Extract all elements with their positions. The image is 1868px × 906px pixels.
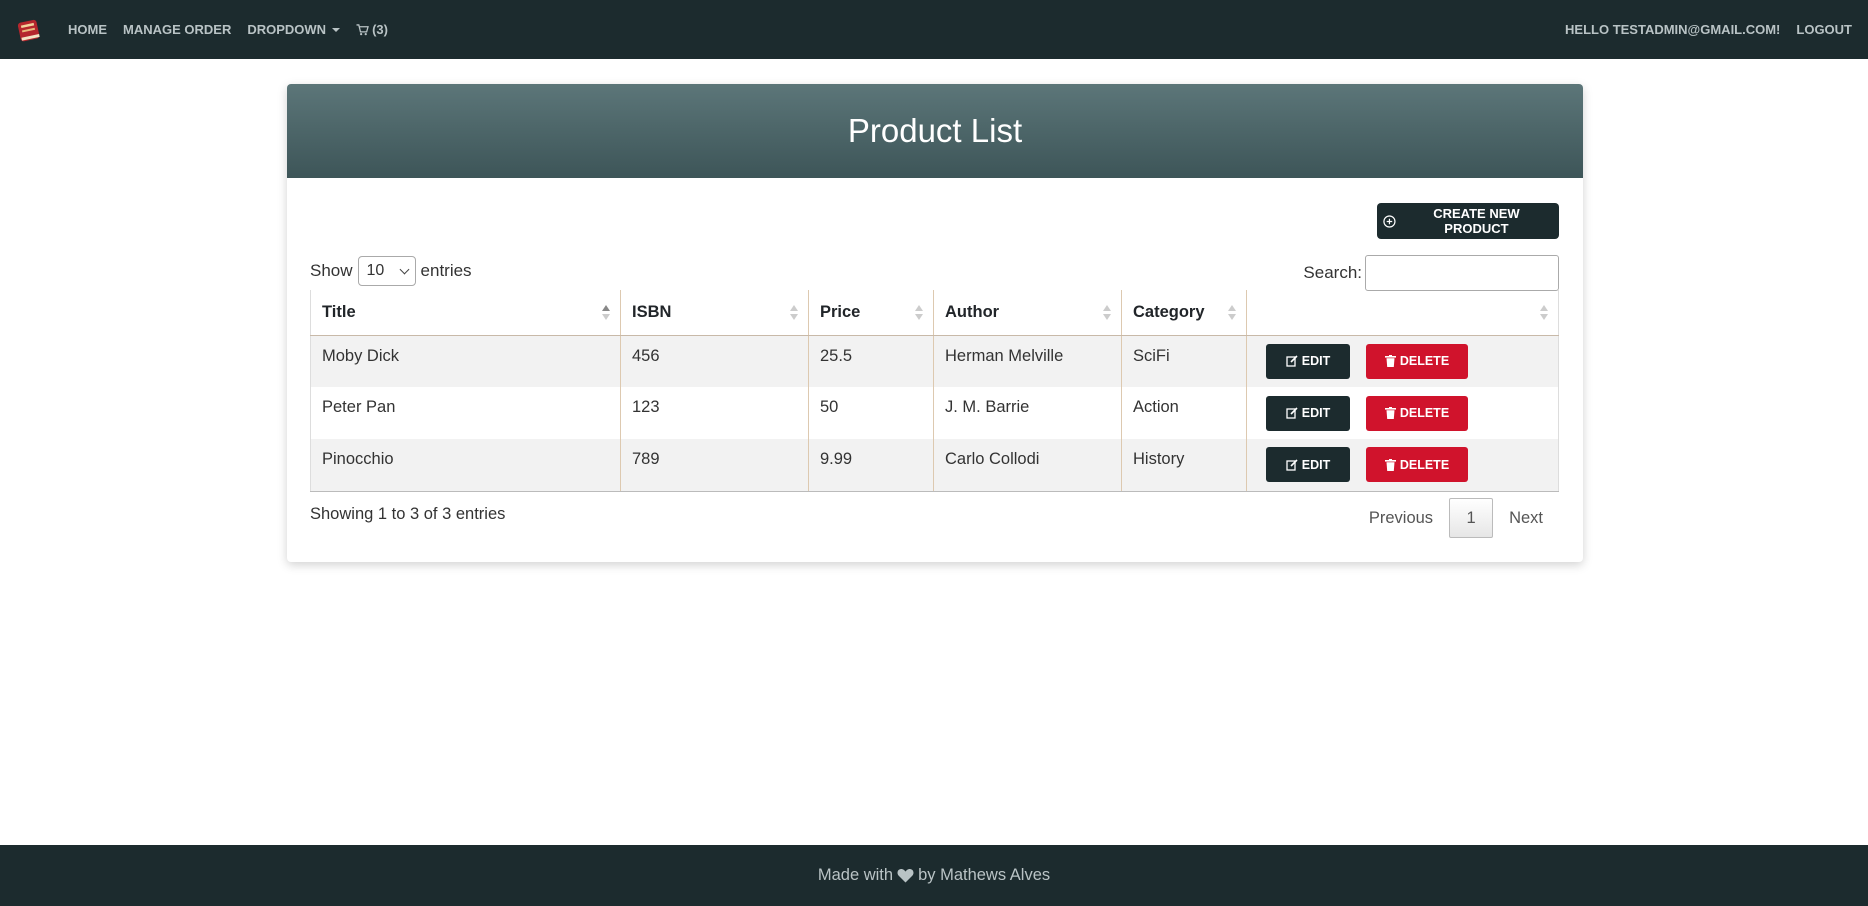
trash-icon: [1384, 407, 1396, 419]
sort-icon: [1540, 305, 1548, 321]
cell-actions: EDIT DELETE: [1246, 335, 1559, 387]
nav-cart[interactable]: (3): [356, 22, 388, 37]
trash-icon: [1384, 355, 1396, 368]
cell-isbn: 456: [620, 335, 809, 387]
cell-author: Carlo Collodi: [933, 439, 1122, 492]
column-header-price[interactable]: Price: [808, 290, 934, 336]
cell-isbn: 789: [620, 439, 809, 492]
nav-logout[interactable]: LOGOUT: [1796, 22, 1852, 37]
table-row: Peter Pan 123 50 J. M. Barrie Action EDI…: [310, 387, 1559, 439]
cell-category: Action: [1121, 387, 1247, 439]
column-header-actions[interactable]: [1246, 290, 1559, 336]
navbar: HOME MANAGE ORDER DROPDOWN (3) HELLO TES…: [0, 0, 1868, 59]
trash-icon: [1384, 458, 1396, 471]
nav-dropdown[interactable]: DROPDOWN: [247, 22, 341, 37]
sort-icon: [1228, 305, 1236, 321]
nav-manage-order[interactable]: MANAGE ORDER: [123, 22, 231, 37]
cell-isbn: 123: [620, 387, 809, 439]
cell-actions: EDIT DELETE: [1246, 387, 1559, 439]
pagination: Previous 1 Next: [1353, 498, 1559, 538]
edit-label: EDIT: [1301, 457, 1331, 472]
entries-per-page-value: 10: [366, 262, 385, 279]
row-actions: EDIT DELETE: [1258, 447, 1547, 483]
book-logo-icon[interactable]: [14, 15, 44, 45]
edit-icon: [1286, 407, 1298, 419]
nav-home[interactable]: HOME: [68, 22, 107, 37]
sort-icon: [915, 305, 923, 321]
nav-dropdown-label: DROPDOWN: [247, 22, 327, 37]
cell-author: J. M. Barrie: [933, 387, 1122, 439]
column-header-label: Price: [820, 302, 861, 321]
chevron-down-icon: [399, 264, 409, 274]
column-header-label: Category: [1133, 302, 1205, 321]
row-actions: EDIT DELETE: [1258, 343, 1547, 379]
cell-title: Moby Dick: [310, 335, 621, 387]
delete-label: DELETE: [1399, 457, 1450, 472]
sort-icon: [1103, 305, 1111, 321]
table-row: Moby Dick 456 25.5 Herman Melville SciFi…: [310, 335, 1559, 387]
table-header-row: Title ISBN Price Author Category: [310, 290, 1559, 336]
delete-button[interactable]: DELETE: [1366, 447, 1468, 483]
footer-made-with: Made with: [817, 866, 894, 884]
cell-price: 9.99: [808, 439, 934, 492]
table-search-control: Search:: [1303, 255, 1559, 291]
column-header-title[interactable]: Title: [310, 290, 621, 336]
sort-icon: [790, 305, 798, 321]
search-input[interactable]: [1365, 255, 1559, 291]
column-header-label: ISBN: [632, 302, 672, 321]
column-header-label: Author: [945, 302, 1000, 321]
column-header-label: Title: [322, 302, 356, 321]
cart-count: (3): [372, 22, 388, 37]
nav-right: HELLO TESTADMIN@GMAIL.COM! LOGOUT: [1549, 22, 1854, 37]
entries-per-page-select[interactable]: 10: [357, 256, 416, 286]
cell-actions: EDIT DELETE: [1246, 439, 1559, 492]
column-header-category[interactable]: Category: [1121, 290, 1247, 336]
cell-title: Peter Pan: [310, 387, 621, 439]
entries-length-control: Show 10 entries: [310, 256, 472, 286]
caret-down-icon: [332, 27, 341, 32]
cell-price: 50: [808, 387, 934, 439]
create-new-product-button[interactable]: CREATE NEW PRODUCT: [1377, 203, 1559, 239]
length-prefix: Show: [310, 261, 353, 280]
cell-price: 25.5: [808, 335, 934, 387]
pagination-previous[interactable]: Previous: [1353, 509, 1449, 528]
edit-icon: [1286, 355, 1298, 367]
delete-label: DELETE: [1399, 406, 1450, 420]
cell-author: Herman Melville: [933, 335, 1122, 387]
delete-button[interactable]: DELETE: [1366, 395, 1468, 431]
sort-ascending-icon: [602, 305, 610, 321]
cart-icon: [356, 23, 369, 35]
create-new-product-label: CREATE NEW PRODUCT: [1433, 206, 1520, 236]
length-suffix: entries: [420, 261, 472, 280]
plus-circle-icon: [1383, 214, 1396, 228]
footer-author: by Mathews Alves: [918, 866, 1051, 884]
edit-button[interactable]: EDIT: [1266, 395, 1350, 431]
row-actions: EDIT DELETE: [1258, 395, 1547, 431]
edit-label: EDIT: [1301, 406, 1331, 420]
delete-label: DELETE: [1399, 354, 1450, 369]
edit-icon: [1286, 459, 1298, 471]
edit-button[interactable]: EDIT: [1266, 447, 1350, 483]
table-row: Pinocchio 789 9.99 Carlo Collodi History…: [310, 439, 1559, 492]
edit-button[interactable]: EDIT: [1266, 343, 1350, 379]
cell-category: History: [1121, 439, 1247, 492]
column-header-author[interactable]: Author: [933, 290, 1122, 336]
nav-user-greeting[interactable]: HELLO TESTADMIN@GMAIL.COM!: [1565, 22, 1780, 37]
edit-label: EDIT: [1301, 354, 1331, 369]
pagination-page-current[interactable]: 1: [1449, 498, 1494, 538]
cell-title: Pinocchio: [310, 439, 621, 492]
table-info: Showing 1 to 3 of 3 entries: [310, 505, 506, 523]
delete-button[interactable]: DELETE: [1366, 343, 1468, 379]
pagination-next[interactable]: Next: [1493, 509, 1559, 528]
footer: Made with by Mathews Alves: [0, 845, 1868, 906]
product-table: Title ISBN Price Author Category Moby Di…: [310, 290, 1559, 492]
search-label: Search:: [1303, 263, 1362, 282]
heart-icon: [897, 869, 914, 883]
card-header: Product List: [287, 84, 1583, 178]
cell-category: SciFi: [1121, 335, 1247, 387]
column-header-isbn[interactable]: ISBN: [620, 290, 809, 336]
page-title: Product List: [847, 112, 1023, 149]
product-list-card: Product List CREATE NEW PRODUCT Show 10 …: [287, 84, 1583, 562]
